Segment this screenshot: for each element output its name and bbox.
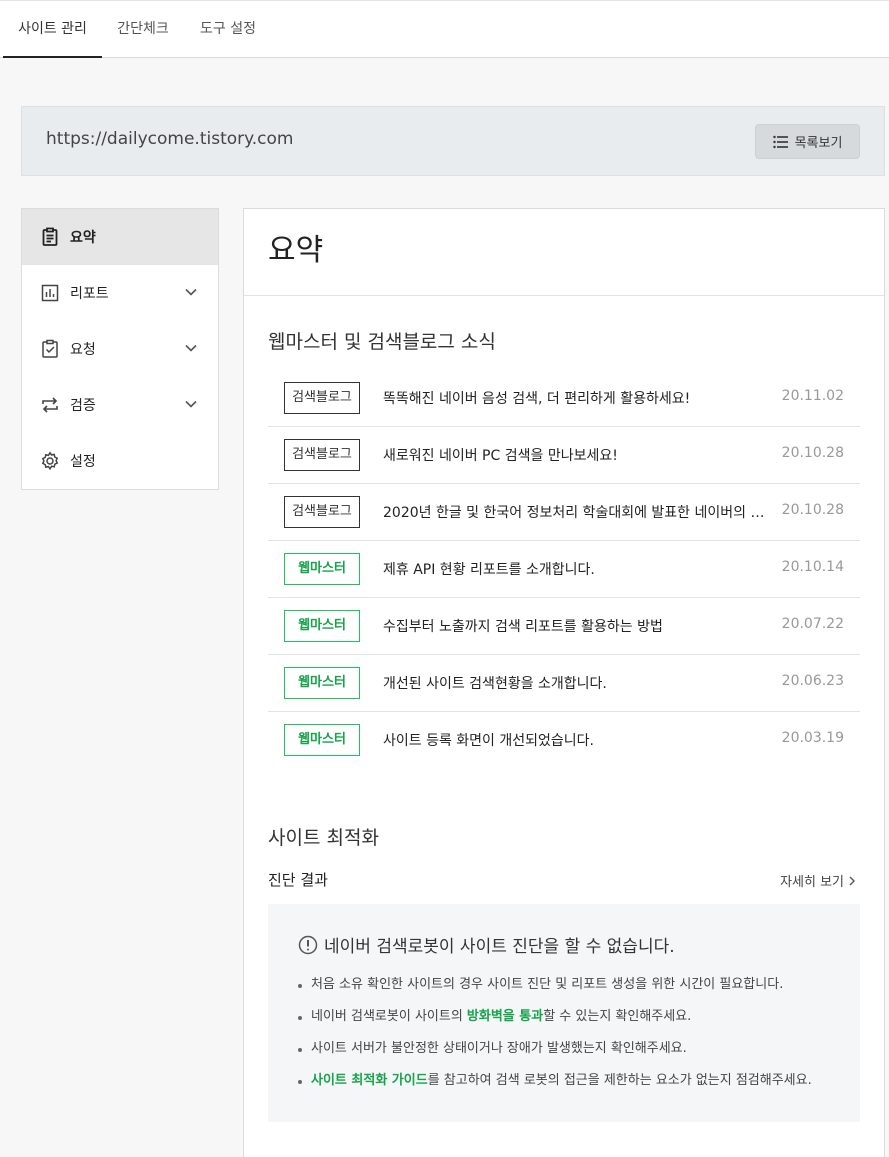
diagnosis-heading: 네이버 검색로봇이 사이트 진단을 할 수 없습니다. <box>298 932 675 957</box>
diag-text: 할 수 있는지 확인해주세요. <box>543 1009 692 1024</box>
news-title[interactable]: 새로워진 네이버 PC 검색을 만나보세요! <box>383 445 773 465</box>
tab-site-management[interactable]: 사이트 관리 <box>3 1 102 58</box>
news-date: 20.06.23 <box>781 673 844 689</box>
news-date: 20.10.28 <box>781 502 844 518</box>
tab-quick-check[interactable]: 간단체크 <box>108 1 178 58</box>
tab-tool-settings[interactable]: 도구 설정 <box>190 1 266 58</box>
clipboard-icon <box>40 227 60 247</box>
list-view-label: 목록보기 <box>794 136 843 151</box>
main-panel: 요약 웹마스터 및 검색블로그 소식 검색블로그 똑똑해진 네이버 음성 검색,… <box>243 208 885 1157</box>
list-item: 네이버 검색로봇이 사이트의 방화벽을 통과할 수 있는지 확인해주세요. <box>298 1006 812 1038</box>
alert-circle-icon <box>298 935 318 954</box>
optimization-section-title: 사이트 최적화 <box>268 827 379 849</box>
bar-chart-icon <box>40 283 60 303</box>
site-url: https://dailycome.tistory.com <box>46 129 294 149</box>
category-badge: 웹마스터 <box>284 553 360 585</box>
chevron-down-icon <box>185 400 197 408</box>
category-badge: 웹마스터 <box>284 667 360 699</box>
chevron-down-icon <box>185 288 197 296</box>
news-date: 20.10.14 <box>781 559 844 575</box>
sidebar-nav: 요약 리포트 요청 검증 설정 <box>21 208 219 490</box>
more-details-link[interactable]: 자세히 보기 <box>780 871 856 890</box>
news-row[interactable]: 웹마스터 수집부터 노출까지 검색 리포트를 활용하는 방법 20.07.22 <box>268 598 860 655</box>
list-item: 사이트 서버가 불안정한 상태이거나 장애가 발생했는지 확인해주세요. <box>298 1038 812 1070</box>
diag-text: 를 참고하여 검색 로봇의 접근을 제한하는 요소가 없는지 점검해주세요. <box>427 1073 812 1088</box>
news-title[interactable]: 똑똑해진 네이버 음성 검색, 더 편리하게 활용하세요! <box>383 388 773 408</box>
news-title[interactable]: 2020년 한글 및 한국어 정보처리 학술대회에 발표한 네이버의 연구 <box>383 502 773 522</box>
diagnosis-box: 네이버 검색로봇이 사이트 진단을 할 수 없습니다. 처음 소유 확인한 사이… <box>268 904 860 1122</box>
gear-icon <box>40 451 60 471</box>
list-view-button[interactable]: 목록보기 <box>755 124 860 159</box>
news-row[interactable]: 검색블로그 똑똑해진 네이버 음성 검색, 더 편리하게 활용하세요! 20.1… <box>268 370 860 427</box>
list-icon <box>772 135 788 148</box>
diag-text: 네이버 검색로봇이 사이트의 <box>311 1009 467 1024</box>
news-date: 20.03.19 <box>781 730 844 746</box>
top-tab-bar: 사이트 관리 간단체크 도구 설정 <box>0 0 889 58</box>
sidebar-item-report[interactable]: 리포트 <box>22 265 218 321</box>
category-badge: 검색블로그 <box>284 439 360 471</box>
news-date: 20.10.28 <box>781 445 844 461</box>
list-item: 사이트 최적화 가이드를 참고하여 검색 로봇의 접근을 제한하는 요소가 없는… <box>298 1070 812 1102</box>
category-badge: 검색블로그 <box>284 382 360 414</box>
list-item: 처음 소유 확인한 사이트의 경우 사이트 진단 및 리포트 생성을 위한 시간… <box>298 974 812 1006</box>
news-date: 20.07.22 <box>781 616 844 632</box>
sidebar-item-label: 설정 <box>70 454 96 470</box>
more-details-label: 자세히 보기 <box>780 875 844 890</box>
chevron-down-icon <box>185 344 197 352</box>
site-url-bar: https://dailycome.tistory.com 목록보기 <box>21 106 885 176</box>
optimization-guide-link[interactable]: 사이트 최적화 가이드 <box>311 1073 428 1088</box>
news-row[interactable]: 웹마스터 사이트 등록 화면이 개선되었습니다. 20.03.19 <box>268 712 860 769</box>
sidebar-item-label: 리포트 <box>70 286 109 302</box>
chevron-right-icon <box>849 876 855 885</box>
category-badge: 웹마스터 <box>284 724 360 756</box>
sidebar-item-label: 요청 <box>70 342 96 358</box>
sidebar-item-request[interactable]: 요청 <box>22 321 218 377</box>
news-row[interactable]: 웹마스터 제휴 API 현황 리포트를 소개합니다. 20.10.14 <box>268 541 860 598</box>
diag-text: 사이트 서버가 불안정한 상태이거나 장애가 발생했는지 확인해주세요. <box>311 1041 687 1056</box>
sidebar-item-label: 요약 <box>70 230 96 246</box>
news-list: 검색블로그 똑똑해진 네이버 음성 검색, 더 편리하게 활용하세요! 20.1… <box>268 370 860 769</box>
firewall-link[interactable]: 방화벽을 통과 <box>467 1009 543 1024</box>
news-title[interactable]: 개선된 사이트 검색현황을 소개합니다. <box>383 673 773 693</box>
news-date: 20.11.02 <box>781 388 844 404</box>
category-badge: 웹마스터 <box>284 610 360 642</box>
swap-arrows-icon <box>40 395 60 415</box>
category-badge: 검색블로그 <box>284 496 360 528</box>
sidebar-item-verify[interactable]: 검증 <box>22 377 218 433</box>
diagnosis-label: 진단 결과 <box>268 871 328 889</box>
diagnosis-heading-text: 네이버 검색로봇이 사이트 진단을 할 수 없습니다. <box>324 937 675 957</box>
news-title[interactable]: 수집부터 노출까지 검색 리포트를 활용하는 방법 <box>383 616 773 636</box>
clipboard-check-icon <box>40 339 60 359</box>
news-title[interactable]: 사이트 등록 화면이 개선되었습니다. <box>383 730 773 750</box>
news-title[interactable]: 제휴 API 현황 리포트를 소개합니다. <box>383 559 773 579</box>
news-row[interactable]: 검색블로그 새로워진 네이버 PC 검색을 만나보세요! 20.10.28 <box>268 427 860 484</box>
sidebar-item-settings[interactable]: 설정 <box>22 433 218 489</box>
sidebar-item-summary[interactable]: 요약 <box>22 209 218 265</box>
diag-text: 처음 소유 확인한 사이트의 경우 사이트 진단 및 리포트 생성을 위한 시간… <box>311 977 784 992</box>
sidebar-item-label: 검증 <box>70 398 96 414</box>
news-row[interactable]: 웹마스터 개선된 사이트 검색현황을 소개합니다. 20.06.23 <box>268 655 860 712</box>
diagnosis-list: 처음 소유 확인한 사이트의 경우 사이트 진단 및 리포트 생성을 위한 시간… <box>298 974 812 1102</box>
news-section-title: 웹마스터 및 검색블로그 소식 <box>268 331 496 353</box>
page-title: 요약 <box>244 209 884 296</box>
news-row[interactable]: 검색블로그 2020년 한글 및 한국어 정보처리 학술대회에 발표한 네이버의… <box>268 484 860 541</box>
